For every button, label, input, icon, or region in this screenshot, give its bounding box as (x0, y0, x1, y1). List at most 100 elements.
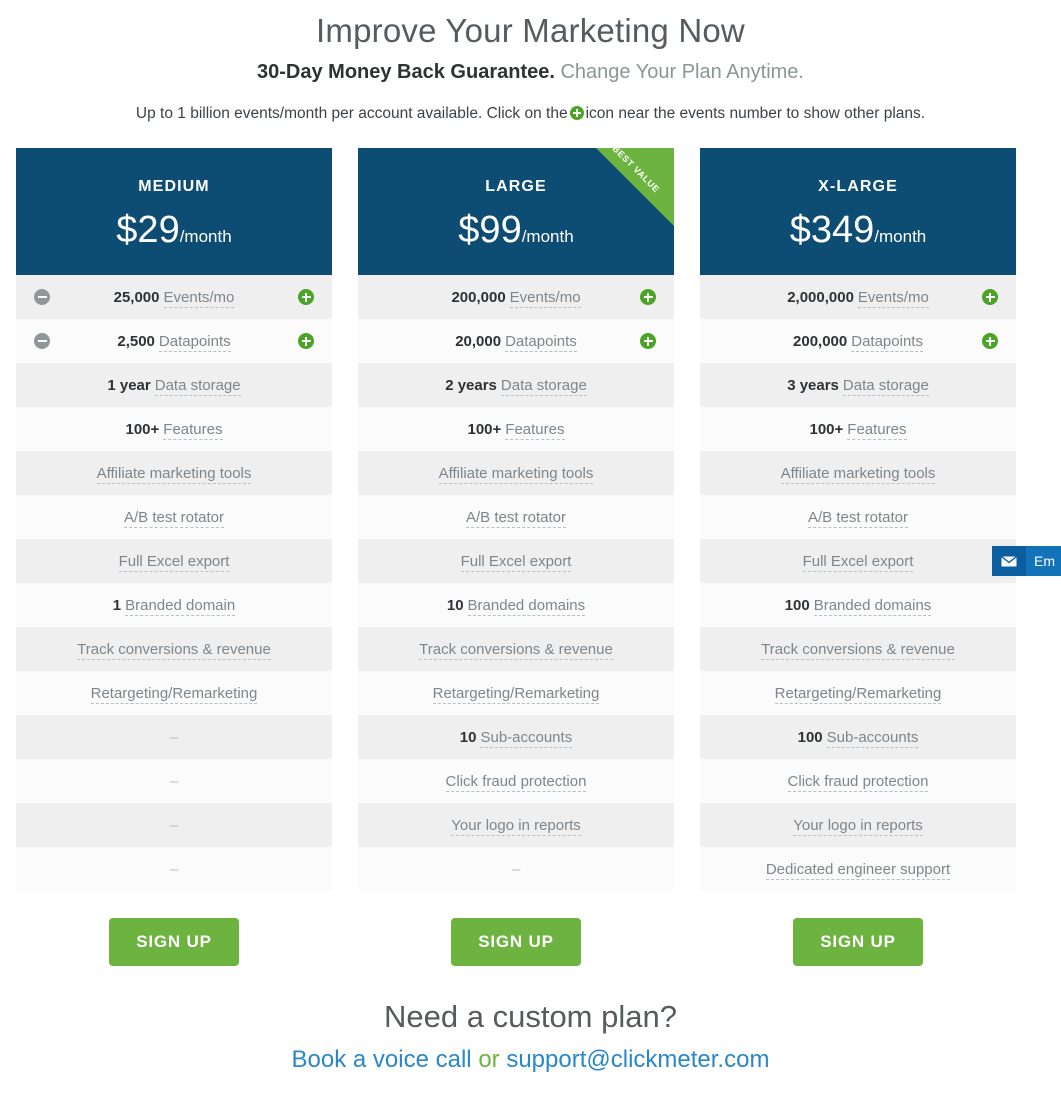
feature-text: 100+ Features (467, 420, 565, 440)
plus-circle-icon[interactable] (640, 333, 656, 349)
feature-text: 2,000,000 Events/mo (787, 288, 929, 308)
change-plan-text: Change Your Plan Anytime. (560, 61, 804, 83)
feature-rows: 25,000 Events/mo 2,500 Datapoints 1 year Data… (16, 275, 332, 891)
feature-row: – (358, 847, 674, 891)
feature-text: Full Excel export (118, 552, 230, 572)
plan-price-amount: $99 (458, 209, 522, 251)
feature-text: A/B test rotator (465, 508, 567, 528)
feature-text: Retargeting/Remarketing (774, 684, 942, 704)
feature-value: 3 years (787, 376, 839, 394)
hero-note-after: icon near the events number to show othe… (585, 105, 926, 122)
feature-row: – (16, 759, 332, 803)
feature-text: Full Excel export (460, 552, 572, 572)
feature-row: 10 Sub-accounts (358, 715, 674, 759)
feature-text: Full Excel export (802, 552, 914, 572)
feature-label: Datapoints (158, 332, 231, 352)
feature-row: Full Excel export (358, 539, 674, 583)
feature-row: 25,000 Events/mo (16, 275, 332, 319)
feature-row: Affiliate marketing tools (700, 451, 1016, 495)
plus-circle-icon[interactable] (982, 289, 998, 305)
book-voice-call-link[interactable]: Book a voice call (292, 1046, 472, 1073)
plan-grid: MEDIUM $29/month 25,000 Events/mo 2,500 Datap… (16, 148, 1045, 966)
feature-label: Track conversions & revenue (419, 640, 613, 660)
feature-row: Full Excel export (16, 539, 332, 583)
feature-text: Affiliate marketing tools (438, 464, 594, 484)
feature-row: Track conversions & revenue (358, 627, 674, 671)
feature-row: Click fraud protection (700, 759, 1016, 803)
feature-label: Full Excel export (802, 552, 914, 572)
feature-label: Retargeting/Remarketing (90, 684, 258, 704)
feature-value: 100+ (467, 420, 502, 438)
feature-rows: 2,000,000 Events/mo 200,000 Datapoints 3 yea… (700, 275, 1016, 891)
feature-label: Affiliate marketing tools (780, 464, 936, 484)
feature-rows: 200,000 Events/mo 20,000 Datapoints 2 years D… (358, 275, 674, 891)
plan-name: MEDIUM (138, 178, 210, 195)
plan-header: LARGE $99/month BEST VALUE (358, 148, 674, 275)
minus-circle-icon[interactable] (34, 333, 50, 349)
feature-text: Track conversions & revenue (419, 640, 613, 660)
feature-value: 10 (446, 596, 464, 614)
email-widget-tab[interactable]: Em (992, 546, 1061, 576)
footer-contact-links: Book a voice call or support@clickmeter.… (0, 1043, 1061, 1077)
feature-text: Affiliate marketing tools (96, 464, 252, 484)
feature-row: A/B test rotator (700, 495, 1016, 539)
feature-empty-dash: – (169, 772, 179, 790)
feature-text: A/B test rotator (123, 508, 225, 528)
feature-text: Track conversions & revenue (761, 640, 955, 660)
feature-value: 100 (797, 728, 823, 746)
feature-text: 1 Branded domain (112, 596, 236, 616)
feature-text: 200,000 Events/mo (451, 288, 581, 308)
feature-empty-dash: – (169, 860, 179, 878)
feature-value: 100+ (125, 420, 160, 438)
feature-label: Sub-accounts (480, 728, 573, 748)
feature-text: A/B test rotator (807, 508, 909, 528)
feature-row: 20,000 Datapoints (358, 319, 674, 363)
feature-row: Dedicated engineer support (700, 847, 1016, 891)
feature-text: Your logo in reports (451, 816, 581, 836)
plan-price: $349/month (700, 208, 1016, 259)
support-email-link[interactable]: support@clickmeter.com (506, 1046, 769, 1073)
feature-label: Data storage (842, 376, 929, 396)
feature-label: Data storage (500, 376, 587, 396)
hero-note: Up to 1 billion events/month per account… (0, 103, 1061, 125)
plan-header: MEDIUM $29/month (16, 148, 332, 275)
feature-empty-dash: – (169, 728, 179, 746)
feature-text: 200,000 Datapoints (793, 332, 923, 352)
plus-circle-icon[interactable] (982, 333, 998, 349)
signup-button[interactable]: SIGN UP (109, 918, 239, 966)
feature-row: Your logo in reports (700, 803, 1016, 847)
feature-empty-dash: – (169, 816, 179, 834)
hero-note-before: Up to 1 billion events/month per account… (135, 105, 568, 122)
guarantee-text: 30-Day Money Back Guarantee. (257, 61, 555, 83)
plan-price-period: /month (521, 227, 574, 246)
feature-row: Your logo in reports (358, 803, 674, 847)
feature-row: 1 Branded domain (16, 583, 332, 627)
feature-row: Affiliate marketing tools (16, 451, 332, 495)
signup-button[interactable]: SIGN UP (451, 918, 581, 966)
feature-value: 1 (112, 596, 122, 614)
email-widget-label: Em (1034, 553, 1055, 569)
feature-value: 2 years (445, 376, 497, 394)
feature-value: 200,000 (793, 332, 848, 350)
plan-price-amount: $29 (116, 209, 180, 251)
feature-label: Events/mo (857, 288, 929, 308)
feature-value: 2,500 (117, 332, 155, 350)
feature-row: 100+ Features (700, 407, 1016, 451)
plus-circle-icon[interactable] (640, 289, 656, 305)
feature-row: Full Excel export (700, 539, 1016, 583)
plus-circle-icon[interactable] (298, 289, 314, 305)
feature-row: – (16, 803, 332, 847)
feature-row: Retargeting/Remarketing (16, 671, 332, 715)
feature-text: 10 Branded domains (446, 596, 586, 616)
feature-row: – (16, 715, 332, 759)
plus-circle-icon[interactable] (298, 333, 314, 349)
signup-area: SIGN UP (16, 891, 332, 966)
feature-row: 10 Branded domains (358, 583, 674, 627)
plan-card-large: LARGE $99/month BEST VALUE 200,000 Events/mo… (358, 148, 674, 966)
page-title: Improve Your Marketing Now (316, 12, 745, 49)
signup-button[interactable]: SIGN UP (793, 918, 923, 966)
feature-label: Data storage (154, 376, 241, 396)
feature-label: Affiliate marketing tools (438, 464, 594, 484)
minus-circle-icon[interactable] (34, 289, 50, 305)
best-value-ribbon (596, 148, 674, 226)
